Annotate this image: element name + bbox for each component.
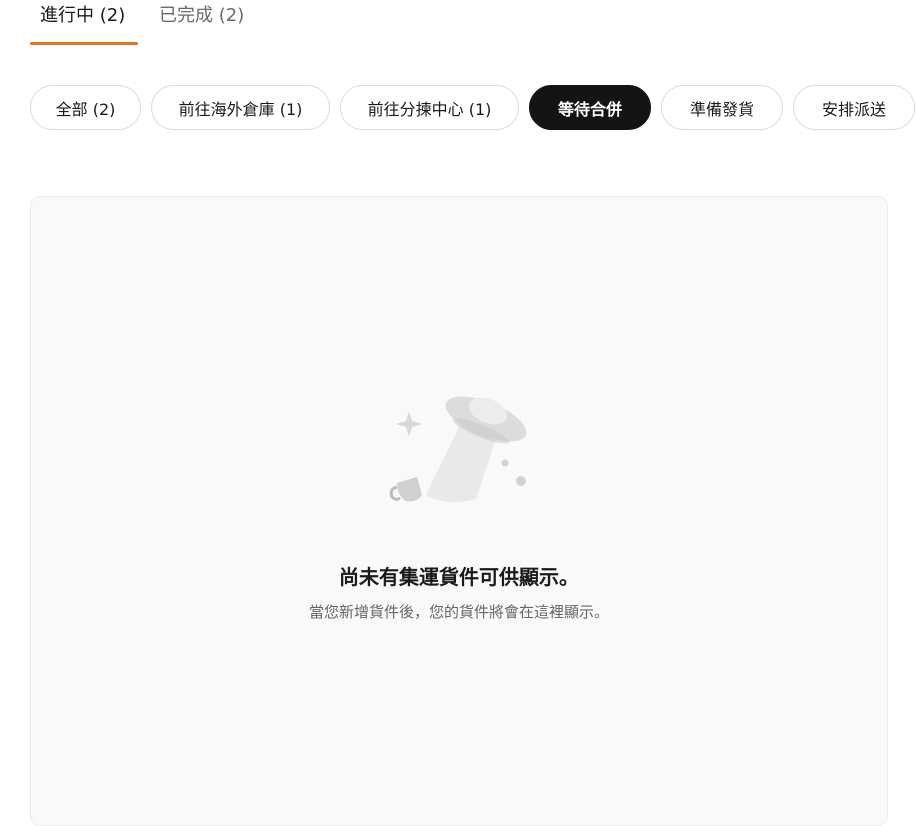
active-tab-indicator: [30, 42, 138, 45]
filter-chip-arranging-delivery[interactable]: 安排派送: [793, 85, 915, 130]
filter-chip-awaiting-consolidation[interactable]: 等待合併: [529, 85, 651, 130]
filter-chip-all[interactable]: 全部 (2): [30, 85, 141, 130]
dot: [501, 459, 509, 467]
filter-chip-to-sorting-center[interactable]: 前往分揀中心 (1): [340, 85, 519, 130]
dot: [516, 476, 526, 486]
filter-chips: 全部 (2) 前往海外倉庫 (1) 前往分揀中心 (1) 等待合併 準備發貨 安…: [30, 85, 916, 133]
filter-chip-to-overseas-warehouse[interactable]: 前往海外倉庫 (1): [151, 85, 330, 130]
tab-completed[interactable]: 已完成 (2): [159, 4, 244, 28]
ufo-illustration: [389, 396, 527, 503]
tab-in-progress[interactable]: 進行中 (2): [40, 4, 125, 28]
empty-state-subtitle: 當您新增貨件後，您的貨件將會在這裡顯示。: [308, 603, 609, 621]
empty-state-panel: 尚未有集運貨件可供顯示。 當您新增貨件後，您的貨件將會在這裡顯示。: [30, 196, 888, 826]
status-tabs: 進行中 (2) 已完成 (2): [30, 0, 330, 46]
sparkle-icon: [396, 411, 422, 437]
empty-state-title: 尚未有集運貨件可供顯示。: [339, 565, 579, 589]
mug-icon: [397, 477, 422, 502]
filter-chip-preparing-shipment[interactable]: 準備發貨: [661, 85, 783, 130]
